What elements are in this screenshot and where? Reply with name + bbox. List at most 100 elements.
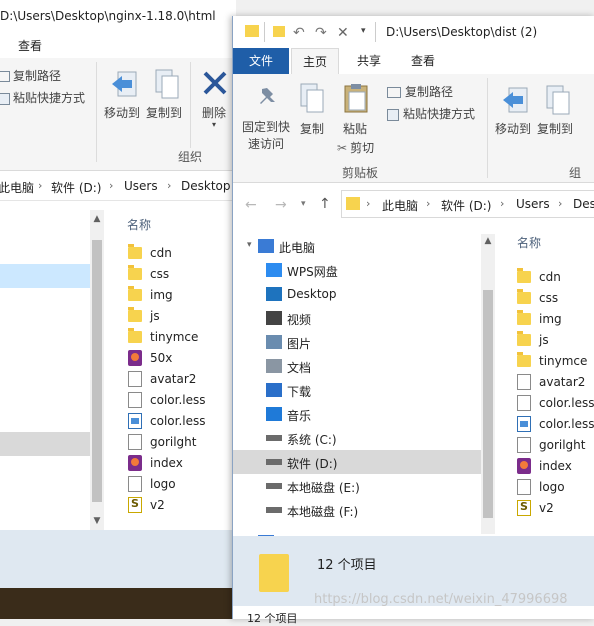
nav-scrollbar[interactable]: ▲ ▼ [90, 210, 104, 530]
nav-item[interactable]: 视频 [233, 306, 481, 330]
nav-item[interactable]: WPS网盘 [233, 258, 481, 282]
download-icon [266, 383, 282, 397]
group-organize-label: 组织 [178, 150, 203, 164]
document-icon [266, 359, 282, 373]
back-arrow-icon[interactable]: ← [245, 197, 257, 213]
redo-icon[interactable]: ↷ [315, 25, 327, 41]
move-to-button[interactable]: 移动到 [104, 66, 142, 124]
move-to-label: 移动到 [495, 122, 532, 136]
file-name: css [539, 291, 559, 305]
undo-icon[interactable]: ↶ [293, 25, 305, 41]
nav-selected-row[interactable] [0, 432, 90, 456]
scroll-up-icon[interactable]: ▲ [481, 236, 495, 246]
file-name: cdn [539, 270, 561, 284]
move-to-icon [503, 87, 528, 113]
nav-item[interactable]: 下载 [233, 378, 481, 402]
file-name: tinymce [539, 354, 588, 368]
breadcrumb-item[interactable]: Users [516, 197, 550, 211]
paste-button[interactable]: 粘贴 [337, 82, 377, 142]
copy-path-label: 复制路径 [405, 85, 454, 99]
nav-item[interactable]: 文档 [233, 354, 481, 378]
ribbon-divider [190, 62, 191, 148]
recent-chevron-icon[interactable]: ▾ [301, 199, 306, 209]
tab-share[interactable]: 共享 [345, 48, 393, 74]
scroll-down-icon[interactable]: ▼ [90, 516, 104, 526]
file-name: index [150, 456, 183, 470]
cut-button[interactable]: ✂ 剪切 [337, 139, 374, 156]
up-arrow-icon[interactable]: ↑ [319, 196, 331, 212]
delete-button[interactable]: 删除 ▾ [198, 66, 232, 129]
title-divider [264, 22, 265, 42]
address-bar[interactable]: 此电脑 › 软件 (D:) › Users › Desktop [0, 172, 236, 201]
nav-item[interactable]: 系统 (C:) [233, 426, 481, 450]
explorer-window-front: ↶ ↷ ✕ ▾ D:\Users\Desktop\dist (2) 文件 主页 … [232, 16, 594, 625]
tab-view[interactable]: 查看 [399, 48, 447, 74]
status-area [0, 530, 236, 588]
copy-path-button[interactable]: 复制路径 [387, 83, 453, 100]
nav-item[interactable]: 本地磁盘 (E:) [233, 474, 481, 498]
move-to-label: 移动到 [104, 106, 141, 120]
nav-item[interactable]: Desktop [233, 282, 481, 306]
nav-item[interactable]: 本地磁盘 (F:) [233, 498, 481, 522]
breadcrumb-item[interactable]: Des [573, 197, 594, 211]
copy-to-button[interactable]: 复制到 [146, 66, 184, 124]
new-folder-icon[interactable] [273, 26, 285, 37]
copy-path-button[interactable]: 复制路径 [0, 67, 61, 84]
nav-hover-row[interactable] [0, 264, 90, 288]
nav-item[interactable]: ▾ 此电脑 [233, 234, 481, 258]
html-file-icon [517, 458, 531, 474]
customize-qat-chevron-icon[interactable]: ▾ [361, 26, 366, 36]
tab-file[interactable]: 文件 [233, 48, 289, 74]
breadcrumb-item[interactable]: 软件 (D:) [441, 197, 491, 214]
tab-view[interactable]: 查看 [18, 37, 42, 54]
picture-icon [266, 335, 282, 349]
copy-label: 复制 [300, 122, 325, 136]
expand-chevron-icon[interactable]: ▾ [247, 240, 252, 250]
copy-to-icon [546, 85, 570, 115]
scroll-up-icon[interactable]: ▲ [90, 214, 104, 224]
file-icon [517, 437, 531, 453]
move-to-button[interactable]: 移动到 [495, 82, 535, 142]
nav-item-label: 系统 (C:) [287, 433, 337, 447]
css-file-icon [128, 413, 142, 429]
copy-path-icon [0, 71, 10, 82]
nav-item[interactable]: 软件 (D:) [233, 450, 481, 474]
drive-icon [266, 459, 282, 465]
nav-scrollbar[interactable]: ▲ [481, 234, 495, 534]
navigation-pane: ▲ ▼ [0, 210, 104, 530]
copy-button[interactable]: 复制 [295, 82, 331, 142]
desktop-icon [266, 287, 282, 301]
column-header-name[interactable]: 名称 [127, 216, 151, 233]
file-name: v2 [539, 501, 554, 515]
forward-arrow-icon[interactable]: → [275, 197, 287, 213]
column-header-name[interactable]: 名称 [517, 234, 541, 251]
copy-to-button[interactable]: 复制到 [537, 82, 577, 142]
ribbon-divider [96, 62, 97, 162]
breadcrumb-chevron-icon: › [366, 197, 371, 210]
address-bar[interactable]: › 此电脑 › 软件 (D:) › Users › Des [341, 190, 594, 218]
nav-item-label: 视频 [287, 313, 312, 327]
file-name: cdn [150, 246, 172, 260]
pin-quick-access-button[interactable]: 固定到快 速访问 [239, 82, 291, 152]
drive-icon [266, 483, 282, 489]
breadcrumb-item[interactable]: Users [124, 179, 158, 193]
drive-icon [266, 507, 282, 513]
breadcrumb-item[interactable]: 软件 (D:) [51, 179, 101, 196]
file-name: logo [150, 477, 176, 491]
nav-item[interactable]: 图片 [233, 330, 481, 354]
paste-shortcut-button[interactable]: 粘贴快捷方式 [0, 89, 85, 106]
breadcrumb-item[interactable]: Desktop [181, 179, 231, 193]
explorer-window-back: D:\Users\Desktop\nginx-1.18.0\html 查看 复制… [0, 0, 236, 619]
scroll-thumb[interactable] [483, 290, 493, 518]
paste-shortcut-button[interactable]: 粘贴快捷方式 [387, 105, 475, 122]
tab-home[interactable]: 主页 [291, 48, 339, 74]
ribbon: 复制路径 粘贴快捷方式 移动到 复制到 删除 ▾ 组织 [0, 58, 236, 171]
breadcrumb-item[interactable]: 此电脑 [382, 197, 418, 214]
scroll-thumb[interactable] [92, 240, 102, 502]
breadcrumb-chevron-icon: › [109, 179, 114, 192]
delete-icon[interactable]: ✕ [337, 25, 349, 41]
breadcrumb-item[interactable]: 此电脑 [0, 179, 34, 196]
nav-item[interactable]: 音乐 [233, 402, 481, 426]
paste-shortcut-icon [0, 92, 10, 105]
pin-label-line1: 固定到快 [242, 120, 291, 134]
